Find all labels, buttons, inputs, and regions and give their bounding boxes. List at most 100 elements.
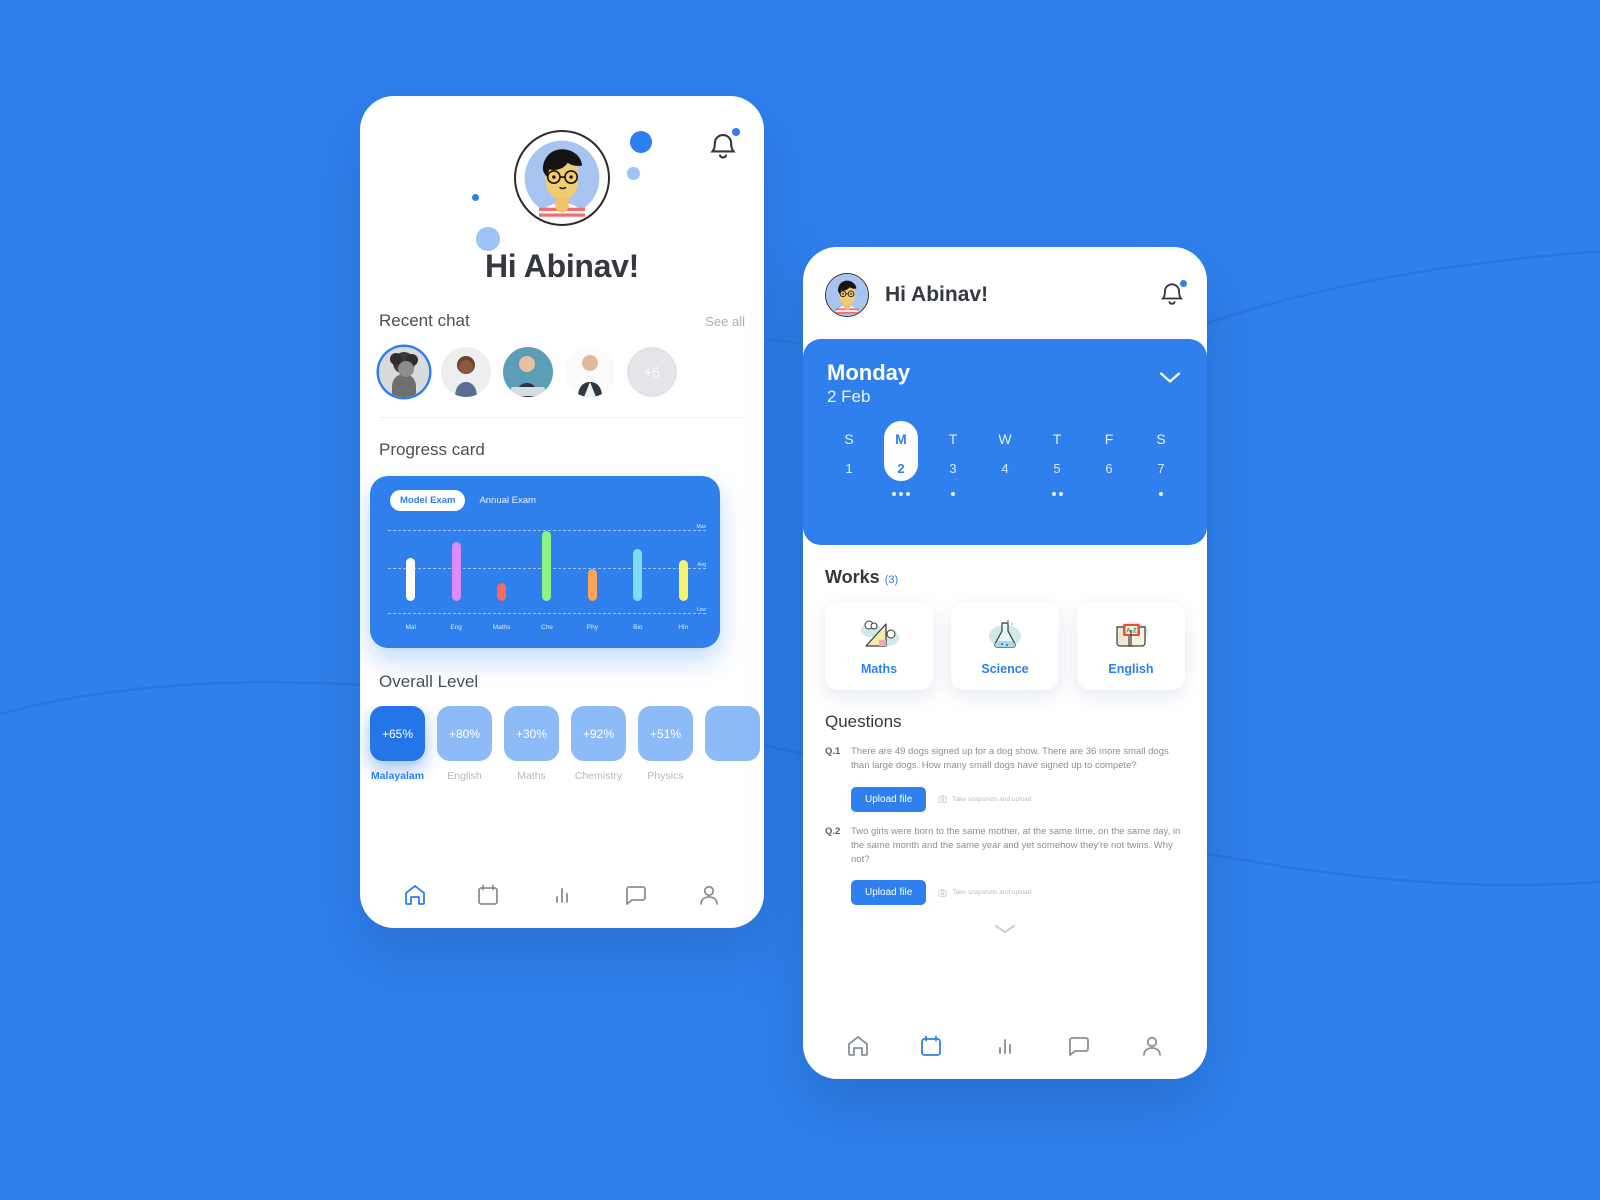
chart-bar-label: Bio	[633, 624, 643, 631]
calendar-date-label: 2 Feb	[827, 387, 871, 407]
notification-badge	[1180, 280, 1187, 287]
chat-avatar-3[interactable]	[503, 347, 553, 397]
calendar-event-dots	[979, 492, 1031, 497]
overall-level-item[interactable]: +92% Chemistry	[571, 706, 626, 782]
chat-icon[interactable]	[1066, 1033, 1092, 1059]
calendar-card: Monday 2 Feb S1M2T3W4T5F6S7	[803, 339, 1207, 545]
decor-dot-large	[630, 131, 652, 153]
progress-bar-chart: Max Avg Low Mal Eng Maths Che Phy Bio Hin	[388, 524, 706, 636]
see-all-link[interactable]: See all	[705, 314, 745, 329]
notification-badge	[732, 128, 740, 136]
chart-bar-group: Mal	[388, 524, 433, 631]
calendar-day[interactable]: S7	[1135, 431, 1187, 497]
calendar-day-name: Monday	[827, 360, 911, 385]
chevron-down-icon[interactable]	[1159, 371, 1181, 389]
bar-chart-icon[interactable]	[549, 882, 575, 908]
upload-file-button[interactable]: Upload file	[851, 880, 927, 906]
tab-annual-exam[interactable]: Annual Exam	[469, 490, 546, 511]
calendar-event-dots	[927, 492, 979, 497]
overall-level-item[interactable]: +80% English	[437, 706, 492, 782]
overall-level-item[interactable]: +30% Maths	[504, 706, 559, 782]
chevron-down-icon[interactable]	[825, 921, 1185, 939]
calendar-daynumber: 3	[949, 461, 957, 476]
works-count: (3)	[884, 574, 899, 586]
overall-level-subject: Maths	[517, 770, 546, 782]
bar-chart-icon[interactable]	[992, 1033, 1018, 1059]
phone-works-screen: Hi Abinav! Monday 2 Feb S1M2T3W4T5F6S7 W…	[803, 247, 1207, 1079]
exam-tabs: Model Exam Annual Exam	[390, 490, 546, 511]
chat-avatar-2[interactable]	[441, 347, 491, 397]
calendar-weekday: W	[998, 431, 1012, 447]
work-card-maths[interactable]: Maths	[825, 602, 933, 690]
profile-icon[interactable]	[696, 882, 722, 908]
overall-level-value: +80%	[437, 706, 492, 761]
works-label: Works	[825, 567, 880, 587]
overall-level-value	[705, 706, 760, 761]
phone-home-screen: Hi Abinav! Recent chat See all +5 Progre…	[360, 96, 764, 928]
calendar-event-dots	[1083, 492, 1135, 497]
chat-icon[interactable]	[623, 882, 649, 908]
calendar-day[interactable]: S1	[823, 431, 875, 497]
bottom-nav-home	[360, 862, 764, 928]
question-text: Two girls were born to the same mother, …	[851, 825, 1181, 866]
calendar-day[interactable]: W4	[979, 431, 1031, 497]
works-header: Hi Abinav!	[803, 265, 1207, 325]
calendar-weekday: F	[1104, 431, 1114, 447]
page-title: Hi Abinav!	[484, 248, 640, 284]
bottom-nav-works	[803, 1013, 1207, 1079]
calendar-event-dot	[1159, 492, 1163, 496]
calendar-daynumber: 2	[897, 461, 905, 476]
chart-bars: Mal Eng Maths Che Phy Bio Hin	[388, 524, 706, 631]
upload-file-button[interactable]: Upload file	[851, 786, 927, 812]
camera-icon	[938, 795, 947, 803]
work-card-science[interactable]: Science	[951, 602, 1059, 690]
profile-icon[interactable]	[1139, 1033, 1165, 1059]
tab-model-exam[interactable]: Model Exam	[390, 490, 466, 511]
take-snapshot-action[interactable]: Take snapshots and upload	[938, 795, 1031, 803]
chat-more-count[interactable]: +5	[627, 347, 677, 397]
chart-bar-group: Bio	[615, 524, 660, 631]
question-item: Q.2 Two girls were born to the same mothe…	[825, 825, 1185, 906]
overall-level-section: Overall Level	[360, 672, 764, 692]
calendar-week-strip[interactable]: S1M2T3W4T5F6S7	[823, 421, 1187, 497]
work-label-english: English	[1108, 662, 1154, 676]
chart-bar	[633, 549, 643, 602]
question-text: There are 49 dogs signed up for a dog sh…	[851, 746, 1169, 772]
question-actions: Upload file Take snapshots and upload	[851, 880, 1185, 906]
overall-level-item[interactable]: +65% Malayalam	[370, 706, 425, 782]
chat-avatar-1[interactable]	[379, 347, 429, 397]
calendar-daynumber: 4	[1001, 461, 1009, 476]
work-card-english[interactable]: A-Z English	[1077, 602, 1185, 690]
overall-level-value: +65%	[370, 706, 425, 761]
chart-bar-label: Hin	[678, 624, 689, 631]
camera-icon	[938, 889, 947, 897]
avatar	[514, 130, 610, 226]
question-actions: Upload file Take snapshots and upload	[851, 786, 1185, 812]
works-body: Works (3) Maths Science English Question…	[803, 567, 1207, 939]
work-label-science: Science	[981, 662, 1029, 676]
chart-bar	[587, 569, 597, 602]
az-book-icon: A-Z	[1109, 616, 1153, 656]
calendar-icon[interactable]	[475, 882, 501, 908]
calendar-day[interactable]: F6	[1083, 431, 1135, 497]
progress-card-section: Progress card	[360, 440, 764, 460]
overall-level-value: +51%	[638, 706, 693, 761]
overall-level-item[interactable]: +51% Physics	[638, 706, 693, 782]
calendar-weekday: S	[1156, 431, 1166, 447]
calendar-daynumber: 6	[1105, 461, 1113, 476]
calendar-day[interactable]: T5	[1031, 431, 1083, 497]
take-snapshot-action[interactable]: Take snapshots and upload	[938, 889, 1031, 897]
chat-avatar-4[interactable]	[565, 347, 615, 397]
calendar-icon[interactable]	[918, 1033, 944, 1059]
calendar-day[interactable]: T3	[927, 431, 979, 497]
calendar-day[interactable]: M2	[875, 421, 927, 497]
home-icon[interactable]	[402, 882, 428, 908]
overall-level-list[interactable]: +65% Malayalam +80% English +30% Maths +92% Che…	[360, 706, 764, 782]
recent-chat-title: Recent chat	[379, 311, 470, 330]
questions-list: Q.1 There are 49 dogs signed up for a dog…	[825, 745, 1185, 906]
home-icon[interactable]	[845, 1033, 871, 1059]
home-hero: Hi Abinav!	[360, 96, 764, 311]
overall-level-item[interactable]	[705, 706, 760, 782]
avatar[interactable]	[825, 273, 869, 317]
bell-icon[interactable]	[1159, 280, 1187, 310]
